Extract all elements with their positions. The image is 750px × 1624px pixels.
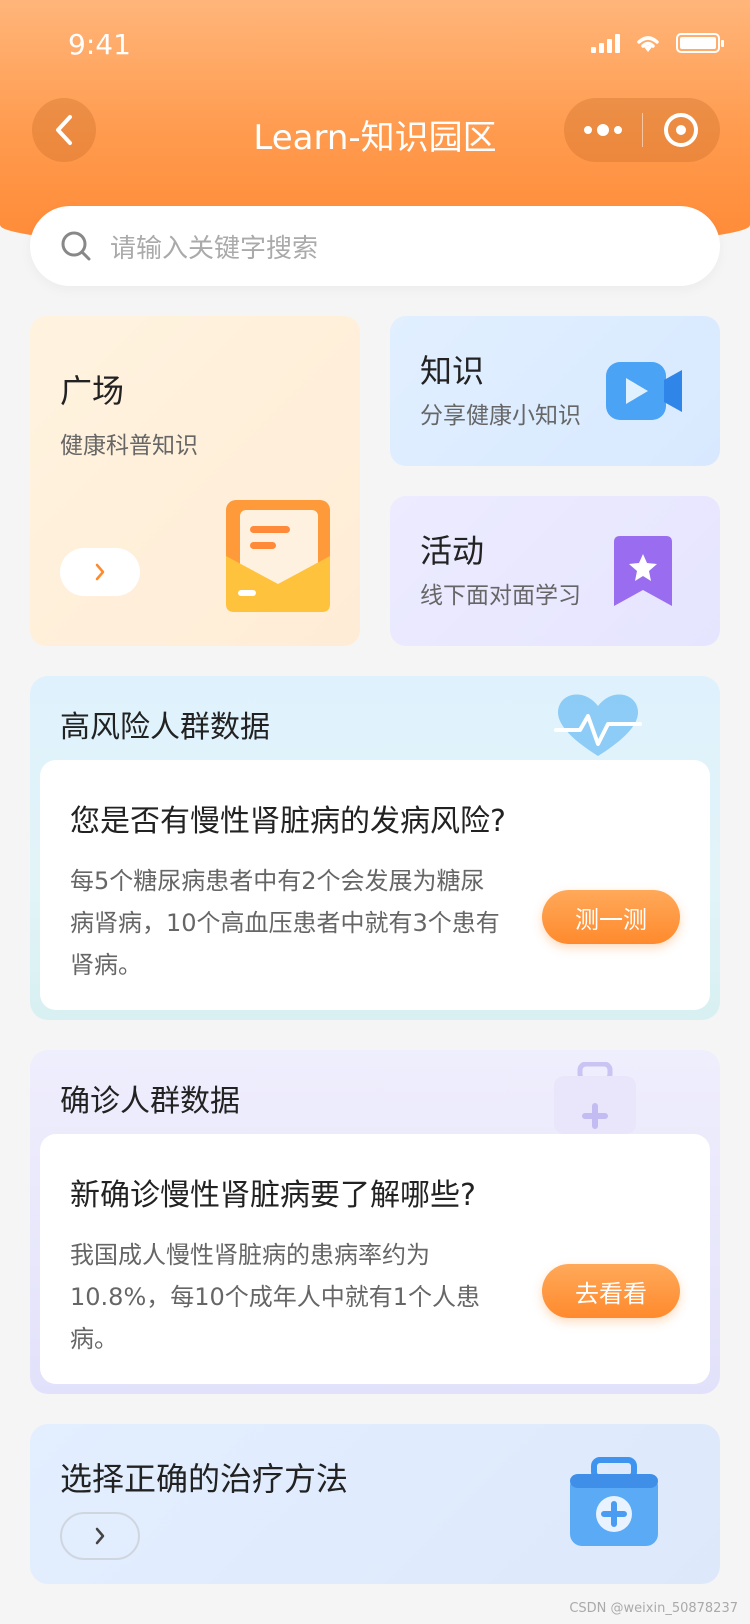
more-dots-icon <box>583 124 622 136</box>
status-time: 9:41 <box>68 28 131 61</box>
plaza-arrow-button[interactable] <box>60 548 140 596</box>
chevron-right-icon <box>95 1527 105 1545</box>
tile-activity-title: 活动 <box>420 532 485 570</box>
high-risk-section: 高风险人群数据 您是否有慢性肾脏病的发病风险? 每5个糖尿病患者中有2个会发展为… <box>30 676 720 1020</box>
tile-plaza-title: 广场 <box>60 372 125 410</box>
tile-knowledge-title: 知识 <box>420 352 485 390</box>
high-risk-card: 您是否有慢性肾脏病的发病风险? 每5个糖尿病患者中有2个会发展为糖尿病肾病，10… <box>40 760 710 1010</box>
high-risk-body: 每5个糖尿病患者中有2个会发展为糖尿病肾病，10个高血压患者中就有3个患有肾病。 <box>70 867 500 979</box>
diagnosed-question: 新确诊慢性肾脏病要了解哪些? <box>70 1178 476 1213</box>
target-icon <box>664 113 699 147</box>
status-bar: 9:41 <box>0 0 750 90</box>
video-camera-icon <box>606 362 682 420</box>
diagnosed-body: 我国成人慢性肾脏病的患病率约为10.8%，每10个成年人中就有1个人患病。 <box>70 1241 481 1353</box>
first-aid-kit-icon <box>570 1457 658 1546</box>
heart-pulse-icon <box>554 694 642 756</box>
medical-kit-icon <box>554 1062 636 1134</box>
high-risk-question: 您是否有慢性肾脏病的发病风险? <box>70 804 506 839</box>
battery-icon <box>676 33 724 53</box>
view-more-button[interactable]: 去看看 <box>542 1264 680 1318</box>
diagnosed-section: 确诊人群数据 新确诊慢性肾脏病要了解哪些? 我国成人慢性肾脏病的患病率约为10.… <box>30 1050 720 1394</box>
tile-activity-subtitle: 线下面对面学习 <box>420 583 581 609</box>
tile-plaza-subtitle: 健康科普知识 <box>60 433 198 459</box>
treatment-heading: 选择正确的治疗方法 <box>60 1460 349 1498</box>
more-button[interactable] <box>564 98 642 162</box>
search-input[interactable]: 请输入关键字搜索 <box>30 206 720 286</box>
diagnosed-card: 新确诊慢性肾脏病要了解哪些? 我国成人慢性肾脏病的患病率约为10.8%，每10个… <box>40 1134 710 1384</box>
treatment-section[interactable]: 选择正确的治疗方法 <box>30 1424 720 1584</box>
tile-activity[interactable]: 活动 线下面对面学习 <box>390 496 720 646</box>
tile-knowledge[interactable]: 知识 分享健康小知识 <box>390 316 720 466</box>
treatment-arrow-button[interactable] <box>60 1512 140 1560</box>
search-icon <box>61 231 91 261</box>
nav-bar: Learn-知识园区 <box>0 98 750 164</box>
tile-plaza[interactable]: 广场 健康科普知识 <box>30 316 360 646</box>
wifi-icon <box>637 36 659 52</box>
watermark: CSDN @weixin_50878237 <box>569 1601 738 1616</box>
close-miniprogram-button[interactable] <box>643 98 721 162</box>
status-icons <box>591 32 724 54</box>
diagnosed-heading: 确诊人群数据 <box>60 1084 240 1119</box>
mini-program-capsule <box>564 98 720 162</box>
high-risk-heading: 高风险人群数据 <box>60 710 270 745</box>
bookmark-star-icon <box>614 536 672 606</box>
take-test-button[interactable]: 测一测 <box>542 890 680 944</box>
signal-icon <box>591 33 620 53</box>
folder-icon <box>226 500 330 612</box>
tile-knowledge-subtitle: 分享健康小知识 <box>420 403 581 429</box>
search-placeholder: 请输入关键字搜索 <box>110 233 319 264</box>
chevron-right-icon <box>95 563 105 581</box>
